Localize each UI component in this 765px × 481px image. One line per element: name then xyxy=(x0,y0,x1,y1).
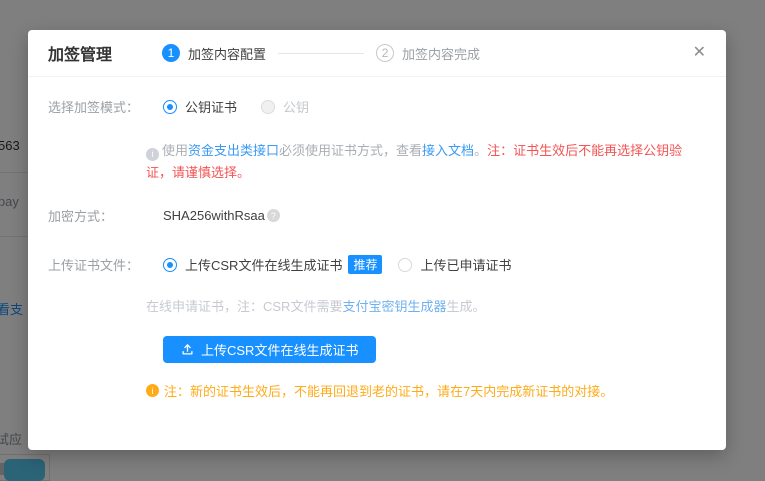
upload-button-label: 上传CSR文件在线生成证书 xyxy=(201,340,358,359)
help-icon[interactable]: ? xyxy=(267,209,280,222)
step-2-circle: 2 xyxy=(376,44,394,62)
cert-upload-row: 上传证书文件： 上传CSR文件在线生成证书 推荐 上传已申请证书 xyxy=(48,255,706,274)
radio-selected-icon xyxy=(163,100,177,114)
cert-upload-label: 上传证书文件： xyxy=(48,255,163,274)
radio-unselected-icon xyxy=(398,258,412,272)
dialog-title: 加签管理 xyxy=(48,41,112,65)
csr-hint: 在线申请证书，注：CSR文件需要支付宝密钥生成器生成。 xyxy=(146,296,706,315)
step-1-label: 加签内容配置 xyxy=(188,44,266,63)
steps-indicator: 1 加签内容配置 2 加签内容完成 xyxy=(162,44,480,63)
radio-selected-icon xyxy=(163,258,177,272)
encrypt-method-value: SHA256withRsaa ? xyxy=(163,208,280,223)
warning-text: 注：新的证书生效后，不能再回退到老的证书，请在7天内完成新证书的对接。 xyxy=(164,381,613,400)
radio-public-key[interactable]: 公钥 xyxy=(261,97,309,116)
radio-upload-csr-generate[interactable]: 上传CSR文件在线生成证书 推荐 xyxy=(163,255,382,274)
upload-csr-button[interactable]: 上传CSR文件在线生成证书 xyxy=(163,336,376,363)
upload-icon xyxy=(181,343,194,356)
step-1-circle: 1 xyxy=(162,44,180,62)
integration-docs-link[interactable]: 接入文档 xyxy=(422,143,474,158)
radio-upload-existing-cert[interactable]: 上传已申请证书 xyxy=(398,255,511,274)
radio-label: 公钥证书 xyxy=(185,97,237,116)
key-generator-link[interactable]: 支付宝密钥生成器 xyxy=(342,299,446,314)
encrypt-method-row: 加密方式： SHA256withRsaa ? xyxy=(48,206,706,225)
radio-public-key-certificate[interactable]: 公钥证书 xyxy=(163,97,237,116)
note-text: 必须使用证书方式，查看 xyxy=(279,143,422,158)
radio-label: 上传已申请证书 xyxy=(420,255,511,274)
step-connector-line xyxy=(278,53,364,54)
recommended-badge: 推荐 xyxy=(348,255,382,274)
sign-mode-note: i使用资金支出类接口必须使用证书方式，查看接入文档。注：证书生效后不能再选择公钥… xyxy=(146,140,706,184)
step-2-label: 加签内容完成 xyxy=(402,44,480,63)
sign-mode-row: 选择加签模式： 公钥证书 公钥 xyxy=(48,97,706,116)
note-text: 使用 xyxy=(162,143,188,158)
close-icon[interactable]: ✕ xyxy=(693,45,706,61)
new-cert-warning: i 注：新的证书生效后，不能再回退到老的证书，请在7天内完成新证书的对接。 xyxy=(146,381,706,400)
hint-text: 生成。 xyxy=(446,299,485,314)
radio-unselected-icon xyxy=(261,100,275,114)
info-icon: i xyxy=(146,148,159,161)
fund-expense-api-link[interactable]: 资金支出类接口 xyxy=(188,143,279,158)
encrypt-method-label: 加密方式： xyxy=(48,206,163,225)
radio-label: 上传CSR文件在线生成证书 xyxy=(185,255,342,274)
sign-mode-label: 选择加签模式： xyxy=(48,97,163,116)
hint-text: 在线申请证书，注：CSR文件需要 xyxy=(146,299,342,314)
radio-label: 公钥 xyxy=(283,97,309,116)
dialog-body: 选择加签模式： 公钥证书 公钥 i使用资金支出类接口必须使用证书方式，查看接入文… xyxy=(28,77,726,420)
encrypt-method-text: SHA256withRsaa xyxy=(163,208,265,223)
warning-icon: i xyxy=(146,384,159,397)
dialog-header: 加签管理 1 加签内容配置 2 加签内容完成 ✕ xyxy=(28,30,726,77)
note-text: 。 xyxy=(474,143,487,158)
signature-management-dialog: 加签管理 1 加签内容配置 2 加签内容完成 ✕ 选择加签模式： 公钥证书 公钥… xyxy=(28,30,726,450)
